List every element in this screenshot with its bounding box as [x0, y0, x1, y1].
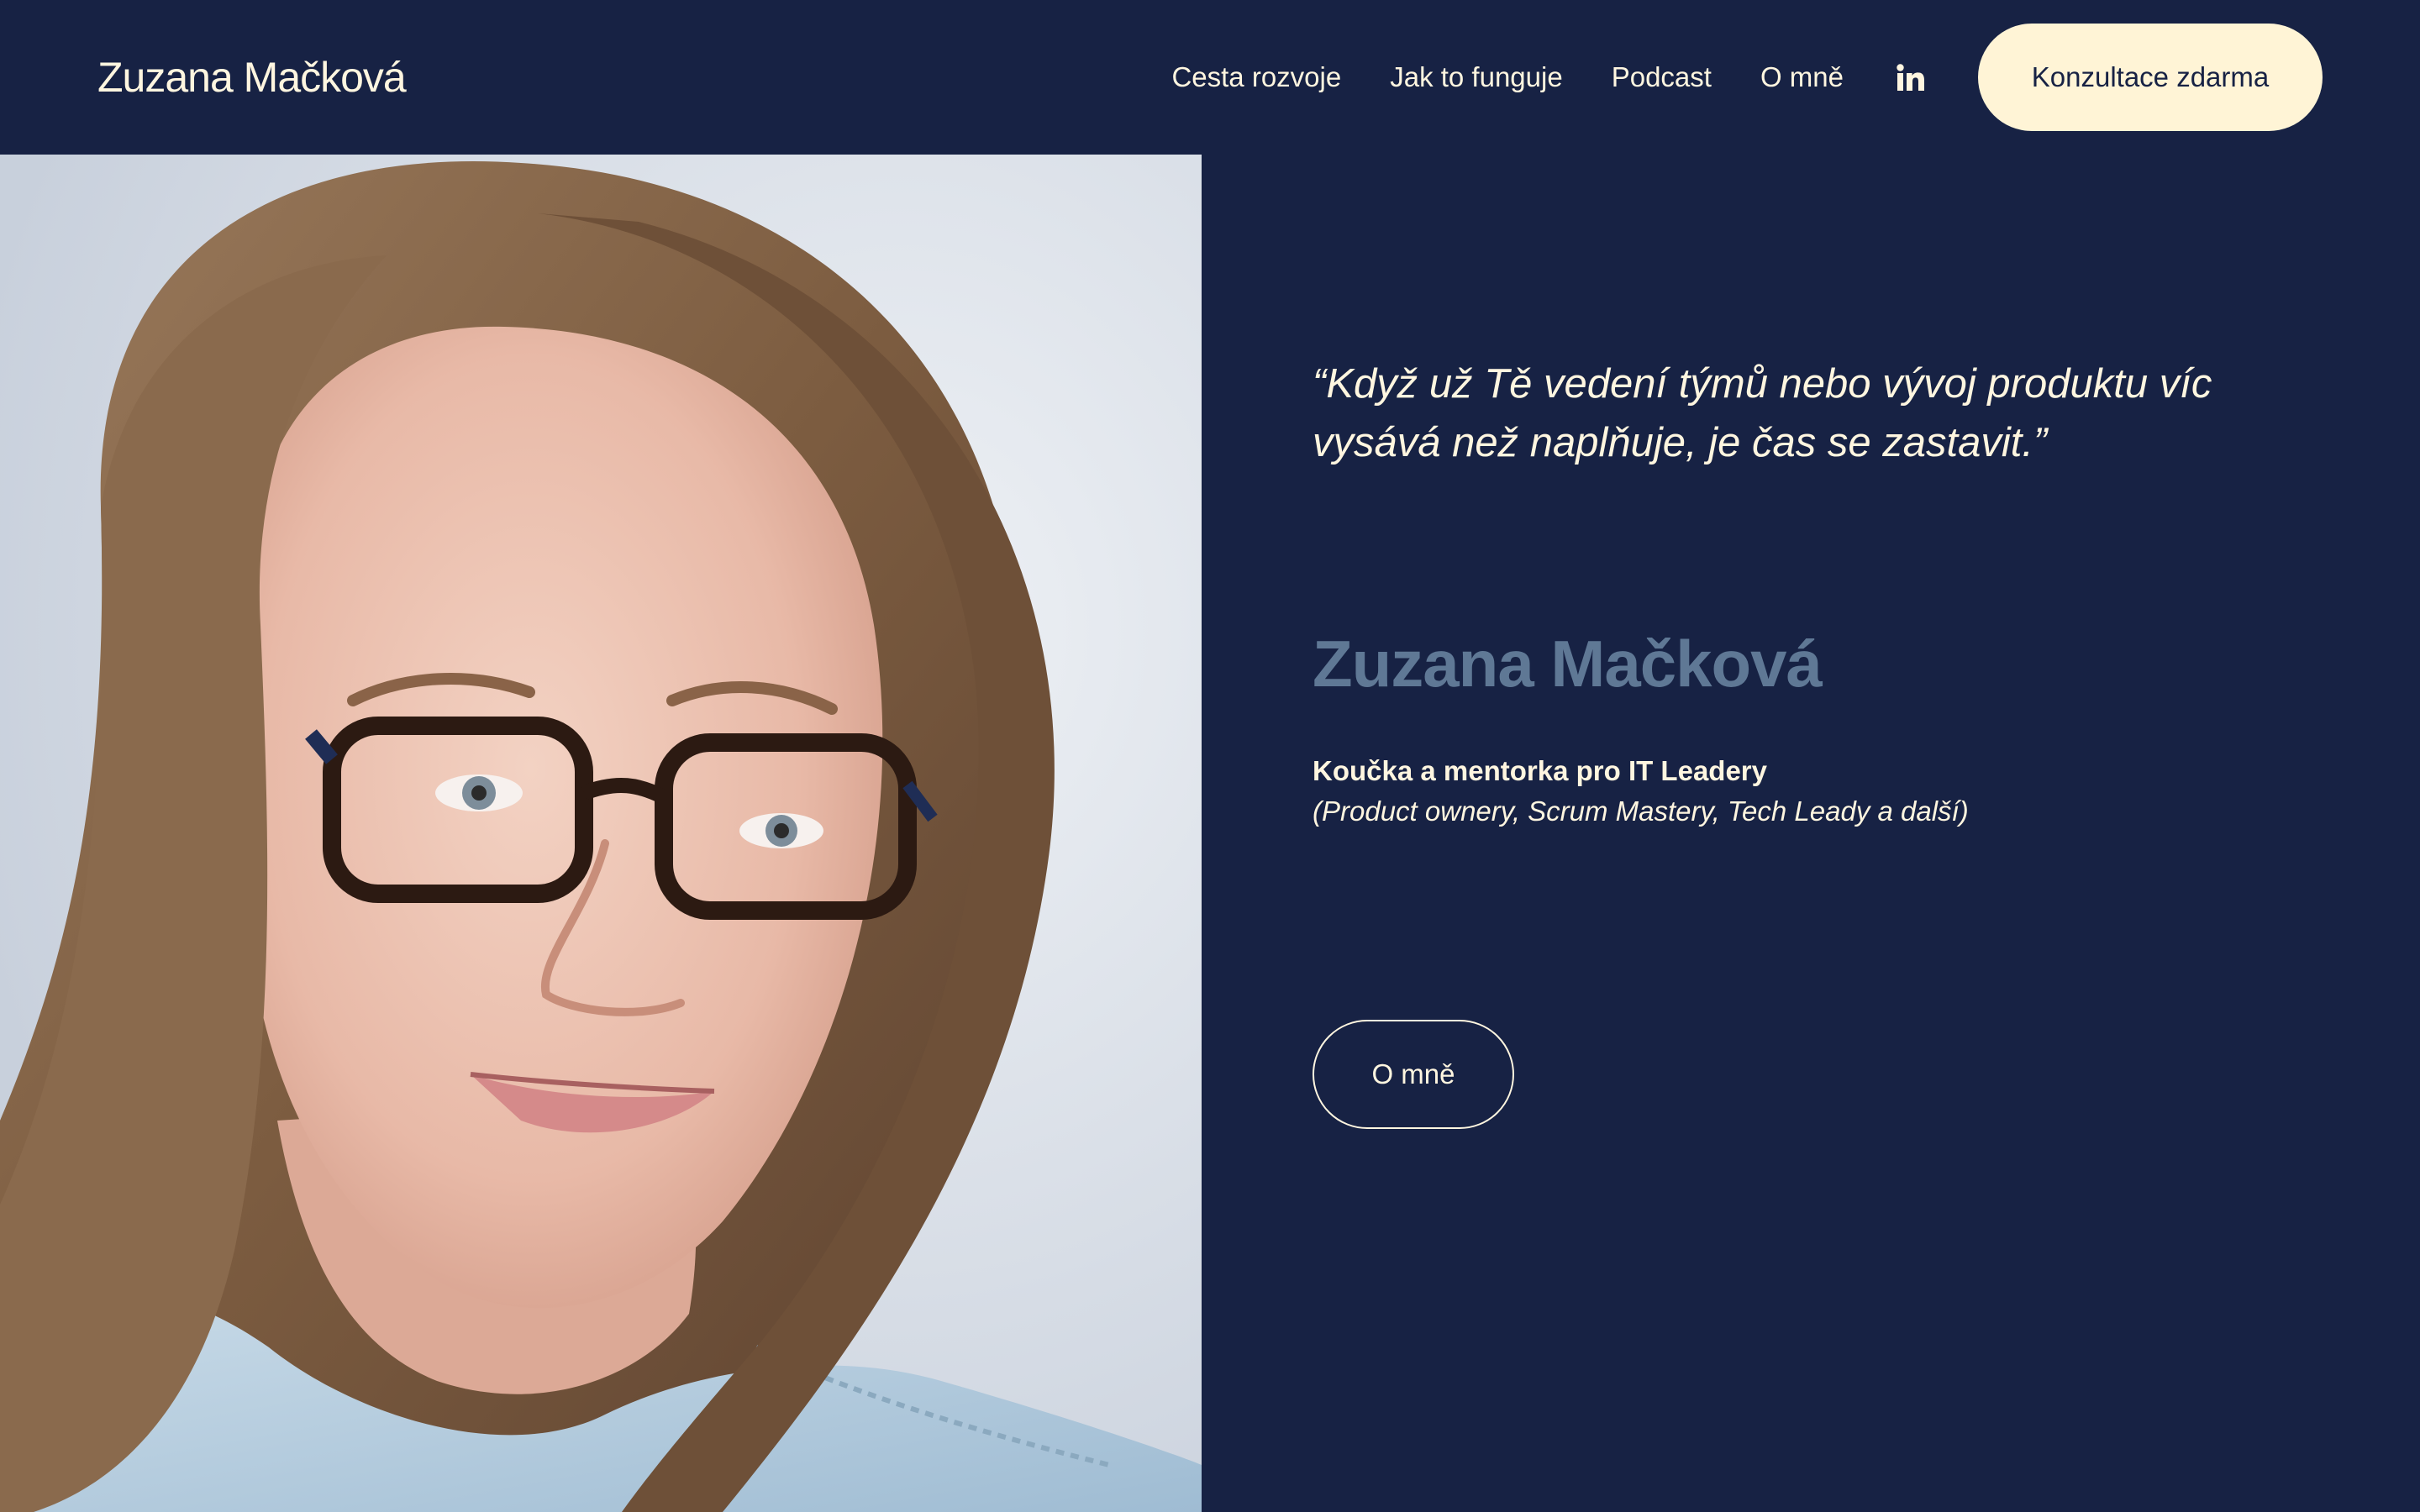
site-header: Zuzana Mačková Cesta rozvoje Jak to fung… — [0, 0, 2420, 155]
nav-link-podcast[interactable]: Podcast — [1612, 61, 1712, 93]
hero-role: Koučka a mentorka pro IT Leadery — [1313, 755, 1768, 786]
main-nav: Cesta rozvoje Jak to funguje Podcast O m… — [1171, 24, 2323, 131]
nav-link-jak-to-funguje[interactable]: Jak to funguje — [1390, 61, 1562, 93]
logo[interactable]: Zuzana Mačková — [97, 53, 407, 102]
hero-name: Zuzana Mačková — [1313, 627, 1823, 701]
hero-content: “Když už Tě vedení týmů nebo vývoj produ… — [1313, 155, 2321, 1129]
linkedin-icon[interactable] — [1896, 62, 1926, 92]
nav-link-o-mne[interactable]: O mně — [1760, 61, 1844, 93]
nav-link-cesta-rozvoje[interactable]: Cesta rozvoje — [1171, 61, 1341, 93]
page: Zuzana Mačková Cesta rozvoje Jak to fung… — [0, 0, 2420, 1512]
portrait-photo — [0, 155, 1202, 1512]
free-consultation-button[interactable]: Konzultace zdarma — [1978, 24, 2323, 131]
about-me-button[interactable]: O mně — [1313, 1020, 1514, 1129]
hero-quote: “Když už Tě vedení týmů nebo vývoj produ… — [1313, 361, 2212, 465]
hero-role-subtitle: (Product ownery, Scrum Mastery, Tech Lea… — [1313, 795, 1969, 827]
